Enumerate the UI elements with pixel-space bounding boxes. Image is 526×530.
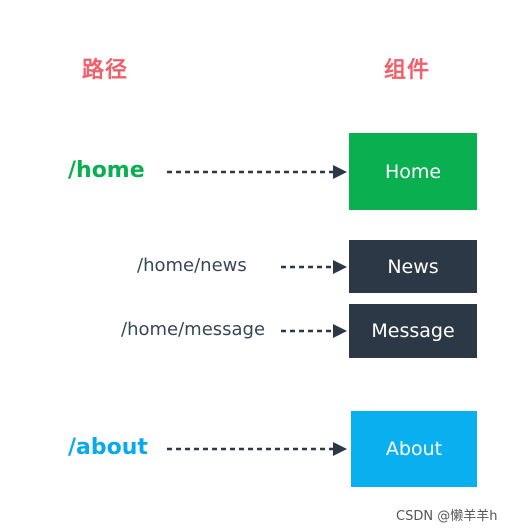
arrow-news-head bbox=[333, 260, 347, 274]
component-box-home: Home bbox=[349, 133, 477, 210]
component-box-message: Message bbox=[349, 304, 477, 358]
component-box-about: About bbox=[351, 411, 477, 487]
component-label-news: News bbox=[387, 255, 439, 278]
arrow-about-head bbox=[333, 442, 347, 456]
arrow-message-head bbox=[333, 324, 347, 338]
component-label-message: Message bbox=[371, 320, 455, 342]
watermark-text: CSDN @懒羊羊h bbox=[396, 509, 498, 524]
component-label-home: Home bbox=[384, 160, 442, 183]
component-box-news: News bbox=[349, 240, 477, 293]
arrow-home-head bbox=[333, 165, 347, 179]
component-label-about: About bbox=[385, 438, 443, 460]
